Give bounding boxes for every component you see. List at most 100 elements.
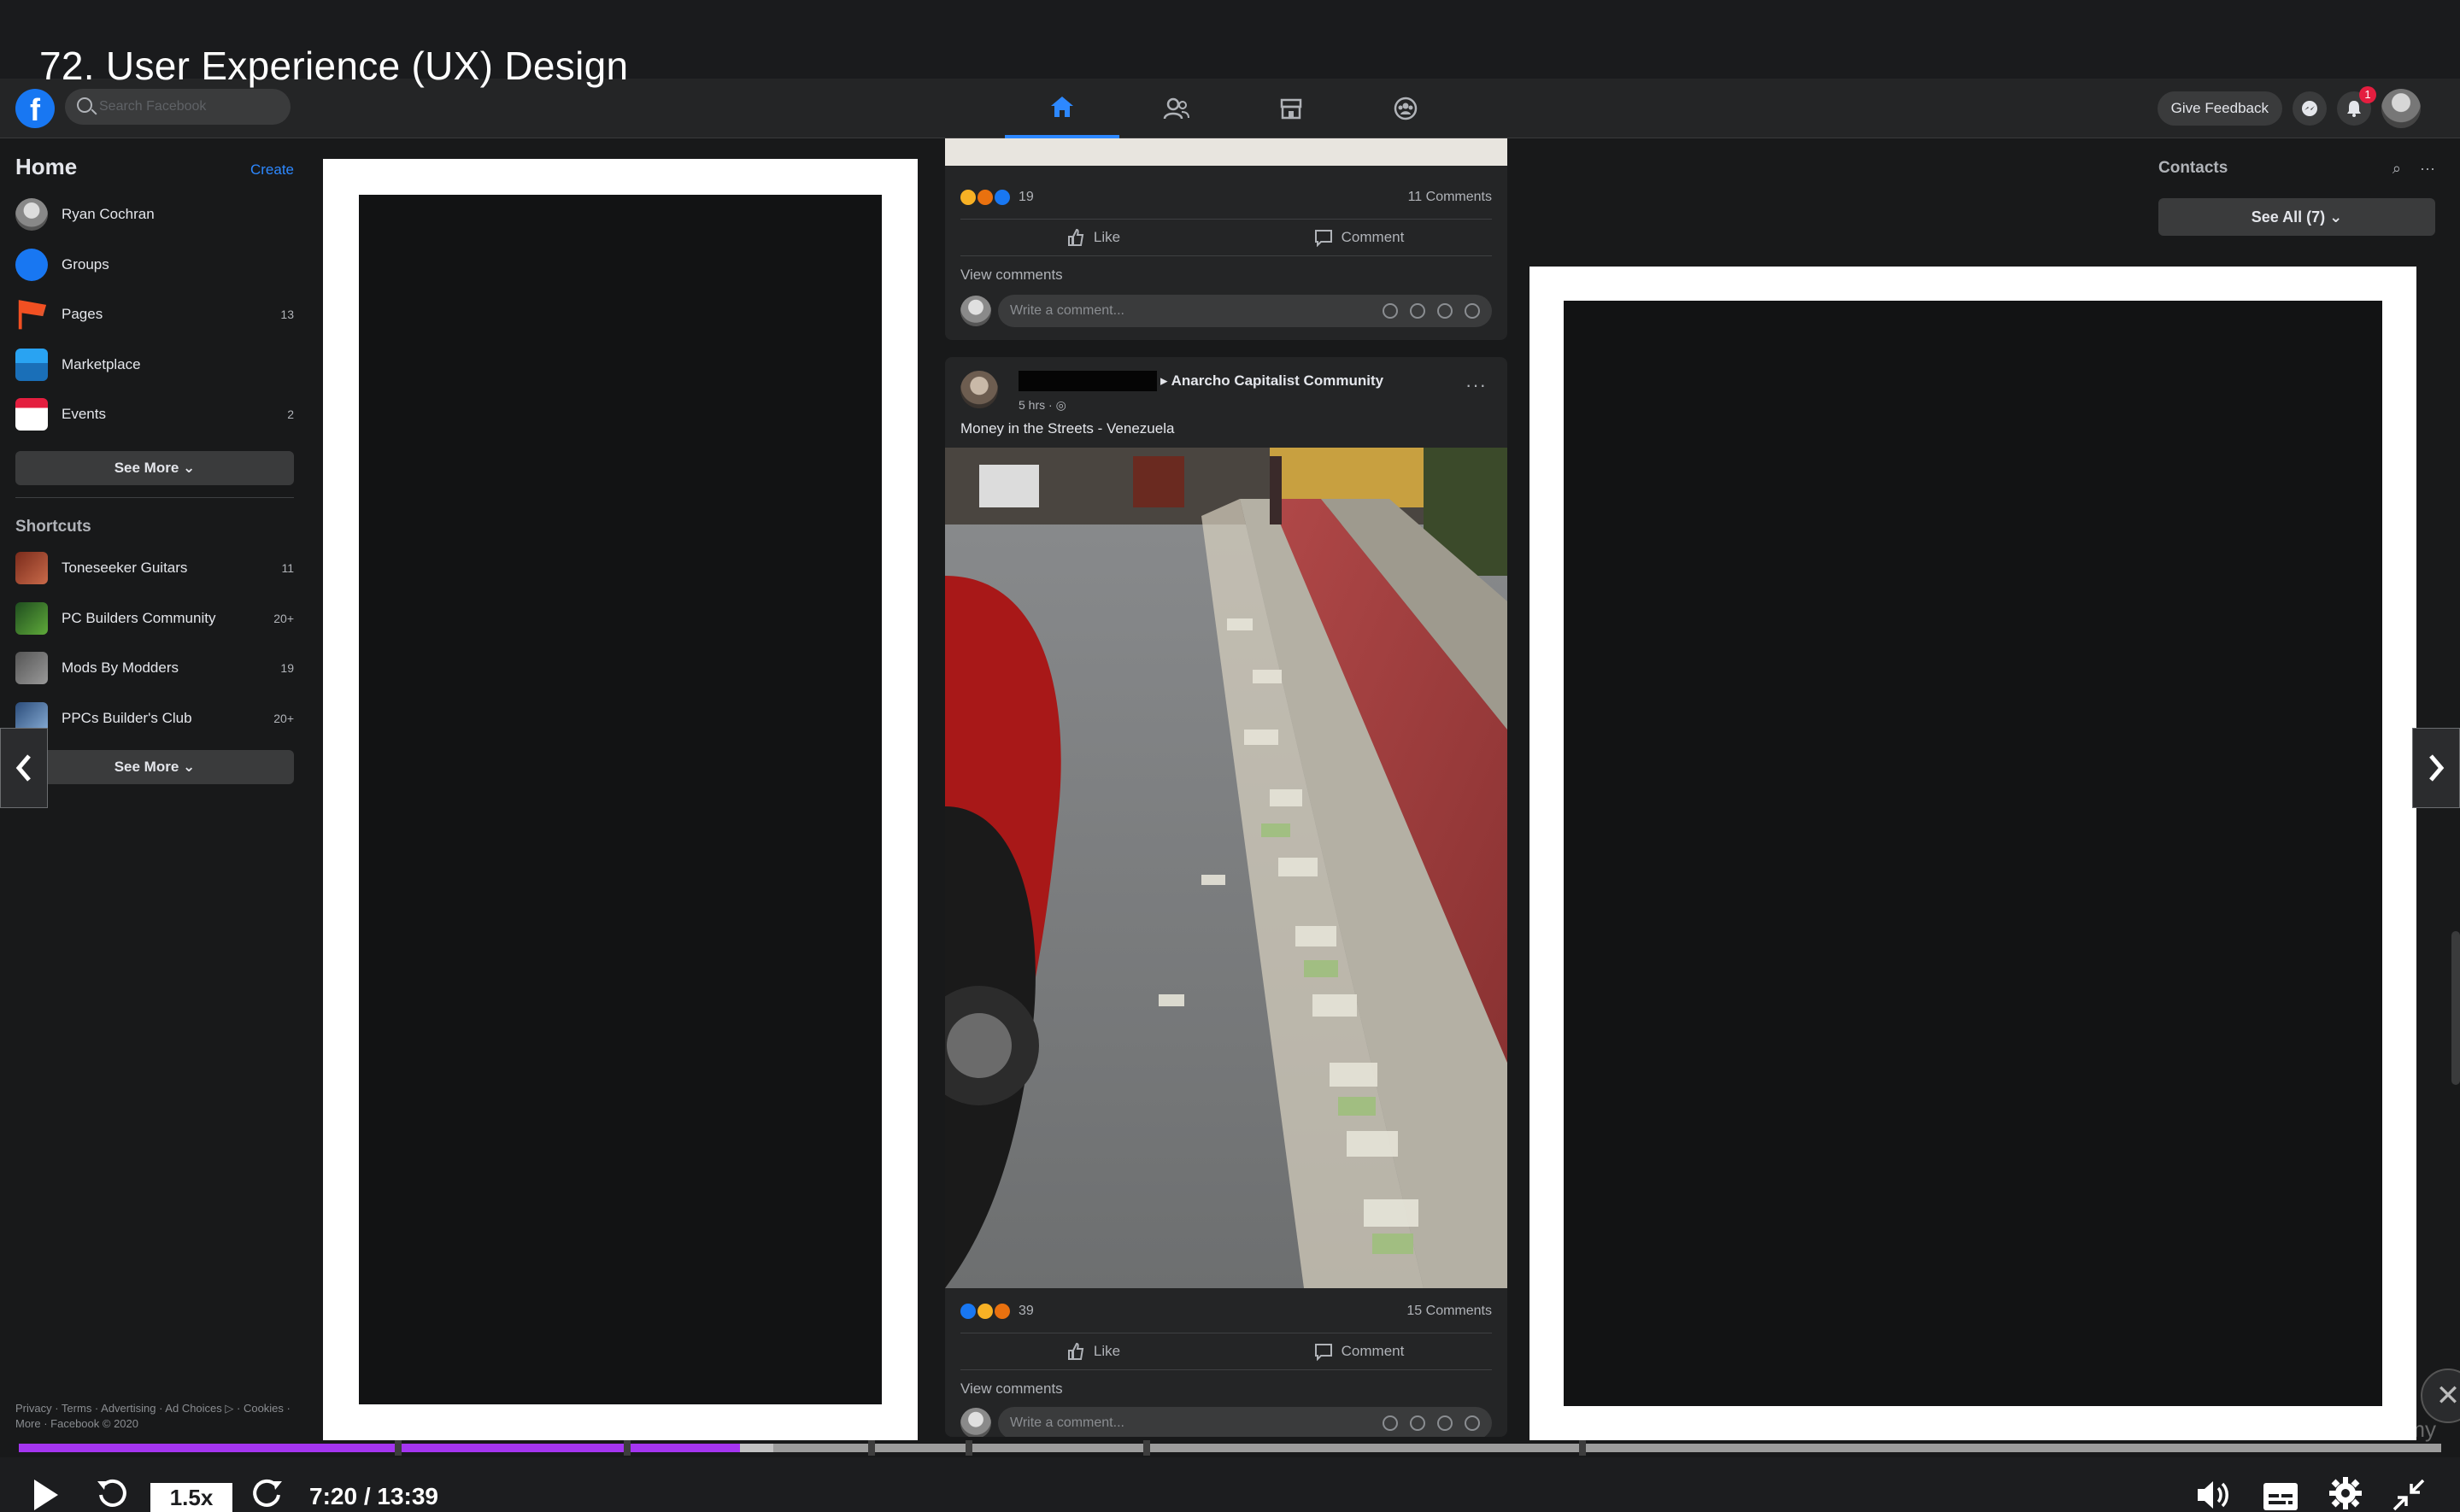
reaction-icons[interactable]: 39 [960, 1304, 1034, 1319]
account-avatar[interactable] [2381, 89, 2421, 128]
like-label: Like [1093, 1343, 1121, 1359]
next-slide-button[interactable] [2412, 728, 2460, 808]
sidebar-item-groups[interactable]: Groups [15, 240, 294, 290]
thumbs-up-icon [1067, 1342, 1084, 1360]
video-progress-bar[interactable] [19, 1439, 2441, 1456]
camera-icon[interactable] [1410, 1415, 1425, 1431]
angry-reaction-icon [978, 190, 993, 205]
contacts-header: Contacts ⌕ ··· [2158, 159, 2435, 178]
reaction-icons[interactable]: 19 [960, 190, 1034, 205]
sidebar-item-count: 13 [280, 308, 294, 322]
view-comments-link[interactable]: View comments [960, 267, 1063, 284]
chapter-marker[interactable] [1143, 1440, 1150, 1456]
gif-icon[interactable] [1437, 303, 1453, 319]
facebook-logo-icon[interactable]: f [15, 89, 55, 128]
search-icon[interactable]: ⌕ [2392, 160, 2401, 178]
page-scrollbar[interactable] [2451, 931, 2460, 1085]
comment-label: Comment [1341, 1343, 1405, 1359]
view-comments-link[interactable]: View comments [960, 1380, 1063, 1398]
play-button[interactable] [31, 1478, 62, 1512]
comment-button[interactable]: Comment [1226, 220, 1492, 255]
forward-icon [253, 1479, 282, 1507]
see-more-shortcuts-button[interactable]: See More ⌄ [15, 750, 294, 784]
previous-slide-button[interactable] [0, 728, 48, 808]
gif-icon[interactable] [1437, 1415, 1453, 1431]
shortcut-item-toneseeker[interactable]: Toneseeker Guitars 11 [15, 543, 294, 594]
sticker-icon[interactable] [1465, 303, 1480, 319]
tab-home[interactable] [1005, 79, 1119, 138]
shortcut-count: 19 [280, 661, 294, 676]
sidebar-item-marketplace[interactable]: Marketplace [15, 340, 294, 390]
footer-links[interactable]: Privacy · Terms · Advertising · Ad Choic… [15, 1401, 294, 1432]
comment-tools [1383, 303, 1480, 319]
exit-fullscreen-button[interactable] [2392, 1478, 2425, 1512]
chapter-marker[interactable] [1579, 1440, 1586, 1456]
rewind-button[interactable] [94, 1476, 128, 1510]
comment-button[interactable]: Comment [1226, 1333, 1492, 1369]
chapter-marker[interactable] [395, 1440, 402, 1456]
post-timestamp[interactable]: 5 hrs · ◎ [1019, 398, 1066, 413]
messenger-button[interactable] [2293, 91, 2327, 126]
chapter-marker[interactable] [966, 1440, 972, 1456]
create-link[interactable]: Create [250, 161, 294, 179]
shortcuts-title: Shortcuts [15, 518, 91, 536]
shortcut-item-pc-builders[interactable]: PC Builders Community 20+ [15, 594, 294, 644]
wow-reaction-icon [978, 1304, 993, 1319]
shortcut-item-ppcs[interactable]: PPCs Builder's Club 20+ [15, 694, 294, 744]
comment-count[interactable]: 15 Comments [1406, 1304, 1492, 1319]
see-all-label: See All (7) [2251, 208, 2326, 226]
comment-label: Comment [1341, 229, 1405, 245]
group-name[interactable]: ▸ Anarcho Capitalist Community [1160, 372, 1383, 390]
camera-icon[interactable] [1410, 303, 1425, 319]
emoji-icon[interactable] [1383, 1415, 1398, 1431]
tab-groups[interactable] [1348, 79, 1463, 138]
post-text: Money in the Streets - Venezuela [960, 420, 1175, 437]
search-input[interactable]: Search Facebook [65, 89, 291, 125]
gear-icon [2329, 1477, 2362, 1509]
like-button[interactable]: Like [960, 1333, 1226, 1369]
tab-friends[interactable] [1119, 79, 1234, 138]
like-button[interactable]: Like [960, 220, 1226, 255]
see-all-contacts-button[interactable]: See All (7) ⌄ [2158, 198, 2435, 236]
forward-button[interactable] [251, 1476, 285, 1510]
comment-count[interactable]: 11 Comments [1408, 190, 1492, 205]
bell-icon [2347, 101, 2361, 117]
volume-button[interactable] [2196, 1478, 2234, 1512]
flag-icon [18, 300, 47, 330]
rewind-icon [97, 1479, 126, 1507]
comment-input[interactable]: Write a comment... [998, 1407, 1492, 1437]
more-options-icon[interactable]: ··· [1465, 374, 1487, 396]
notifications-button[interactable]: 1 [2337, 86, 2376, 126]
play-icon [34, 1480, 58, 1510]
shortcut-item-mods[interactable]: Mods By Modders 19 [15, 643, 294, 694]
sidebar-item-events[interactable]: Events 2 [15, 390, 294, 440]
comment-placeholder: Write a comment... [1010, 1415, 1124, 1430]
captions-button[interactable] [2263, 1480, 2299, 1512]
group-name-text: Anarcho Capitalist Community [1171, 372, 1384, 389]
shop-icon [15, 348, 48, 381]
poster-avatar[interactable] [960, 371, 998, 408]
haha-reaction-icon [960, 190, 976, 205]
post-image-bottom [945, 138, 1507, 166]
sidebar-item-label: Groups [62, 255, 109, 273]
more-options-icon[interactable]: ··· [2420, 160, 2435, 178]
sticker-icon[interactable] [1465, 1415, 1480, 1431]
see-more-button[interactable]: See More ⌄ [15, 451, 294, 485]
tab-marketplace[interactable] [1234, 79, 1348, 138]
post-actions: Like Comment [960, 1333, 1492, 1370]
globe-icon: ◎ [1055, 398, 1066, 412]
left-story-frame [323, 159, 918, 1440]
chapter-marker[interactable] [624, 1440, 631, 1456]
reaction-count: 19 [1019, 190, 1034, 204]
post-photo[interactable] [945, 448, 1507, 1288]
playback-speed-button[interactable]: 1.5x [150, 1483, 232, 1512]
chapter-marker[interactable] [868, 1440, 875, 1456]
sidebar-item-profile[interactable]: Ryan Cochran [15, 190, 294, 240]
sidebar-item-pages[interactable]: Pages 13 [15, 290, 294, 340]
sidebar-nav-list: Ryan Cochran Groups Pages 13 Marketplace… [15, 190, 294, 440]
give-feedback-button[interactable]: Give Feedback [2157, 91, 2282, 126]
settings-button[interactable] [2328, 1476, 2363, 1510]
comment-input[interactable]: Write a comment... [998, 295, 1492, 327]
emoji-icon[interactable] [1383, 303, 1398, 319]
comment-icon [1314, 230, 1332, 247]
